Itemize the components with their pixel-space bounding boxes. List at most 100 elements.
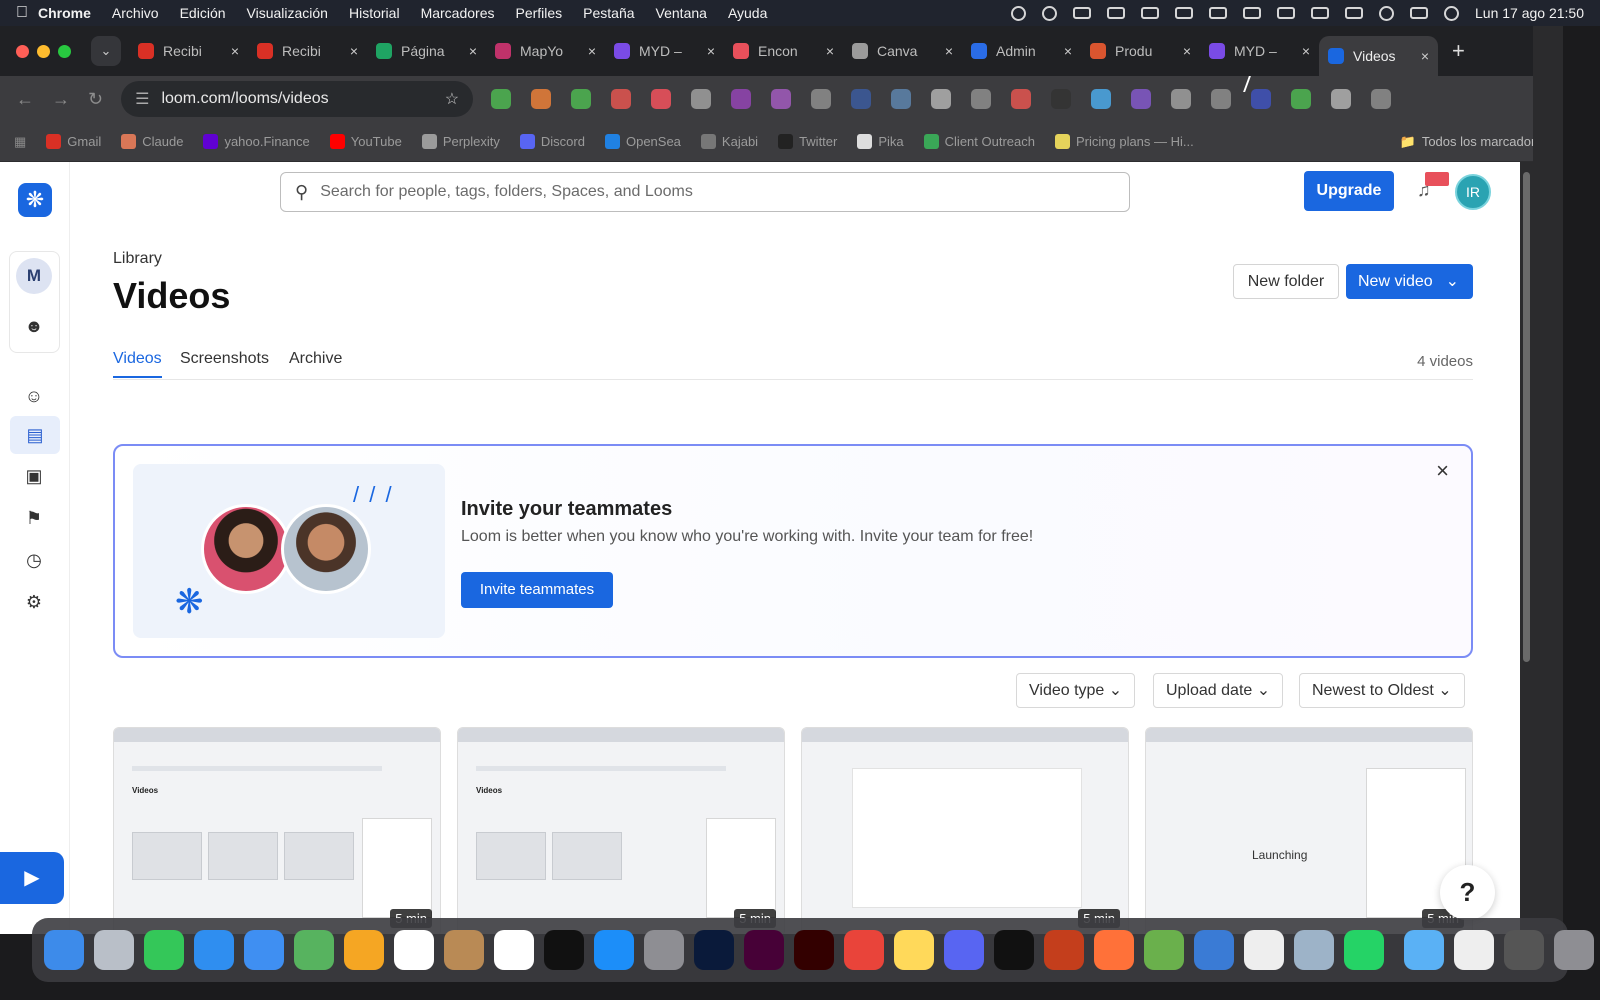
search-bar[interactable]: ⚲ Search for people, tags, folders, Spac… bbox=[280, 172, 1130, 212]
menu-edicion[interactable]: Edición bbox=[180, 5, 226, 21]
sort-filter[interactable]: Newest to Oldest ⌄ bbox=[1299, 673, 1465, 708]
extension-icon[interactable] bbox=[1131, 89, 1152, 109]
history-icon[interactable]: ◷ bbox=[22, 548, 46, 572]
menubar-clock[interactable]: Lun 17 ago 21:50 bbox=[1475, 5, 1584, 21]
quicktime-icon[interactable] bbox=[1194, 930, 1234, 970]
siri-icon[interactable] bbox=[1444, 5, 1459, 21]
launchpad-icon[interactable] bbox=[94, 930, 134, 970]
dropbox-icon[interactable] bbox=[1141, 7, 1159, 19]
video-card[interactable]: Launching 5 min bbox=[1145, 727, 1473, 934]
close-tab-icon[interactable]: × bbox=[1421, 48, 1429, 64]
workspace-avatar[interactable]: M bbox=[16, 258, 52, 294]
search-placeholder[interactable]: Search for people, tags, folders, Spaces… bbox=[320, 183, 693, 201]
video-type-filter[interactable]: Video type ⌄ bbox=[1016, 673, 1136, 708]
add-user-icon[interactable]: ☻ bbox=[22, 314, 46, 338]
new-video-button[interactable]: New video ⌄ bbox=[1346, 264, 1473, 299]
menu-archivo[interactable]: Archivo bbox=[112, 5, 159, 21]
browser-tab[interactable]: Produ × bbox=[1081, 33, 1200, 69]
bookmark-icon[interactable]: ⚑ bbox=[22, 506, 46, 530]
wifi-icon[interactable] bbox=[1345, 7, 1363, 19]
extension-icon[interactable] bbox=[931, 89, 952, 109]
minimize-window-button[interactable] bbox=[37, 44, 50, 58]
xd-icon[interactable] bbox=[744, 930, 784, 970]
extension-icon[interactable] bbox=[1011, 89, 1032, 109]
bookmark-item[interactable]: Pricing plans — Hi... bbox=[1054, 134, 1194, 149]
chrome-icon[interactable] bbox=[844, 930, 884, 970]
video-card[interactable]: Videos 5 min bbox=[457, 727, 785, 934]
menu-marcadores[interactable]: Marcadores bbox=[421, 5, 495, 21]
close-window-button[interactable] bbox=[16, 44, 29, 58]
notes-icon[interactable] bbox=[894, 930, 934, 970]
bookmark-item[interactable]: yahoo.Finance bbox=[203, 134, 310, 149]
extension-icon[interactable] bbox=[771, 89, 792, 109]
forward-icon[interactable]: → bbox=[52, 89, 70, 110]
video-card[interactable]: Videos 5 min bbox=[113, 727, 441, 934]
plane-icon[interactable] bbox=[1144, 930, 1184, 970]
tab-archive[interactable]: Archive bbox=[289, 350, 342, 368]
bookmark-star-icon[interactable]: ☆ bbox=[445, 89, 459, 109]
calendar-icon[interactable]: ▣ bbox=[22, 464, 46, 488]
photoshop-icon[interactable] bbox=[694, 930, 734, 970]
extension-icon[interactable] bbox=[1291, 89, 1312, 109]
bookmark-item[interactable]: OpenSea bbox=[604, 134, 681, 149]
bookmark-item[interactable]: Claude bbox=[121, 134, 183, 149]
powerpoint-icon[interactable] bbox=[1044, 930, 1084, 970]
appletv-icon[interactable] bbox=[544, 930, 584, 970]
profile-icon[interactable]: ☺ bbox=[22, 384, 46, 408]
close-tab-icon[interactable]: × bbox=[1064, 43, 1072, 59]
appstore-icon[interactable] bbox=[594, 930, 634, 970]
spotlight-icon[interactable] bbox=[1379, 5, 1394, 21]
status-icon[interactable] bbox=[1107, 7, 1125, 19]
status-icon[interactable] bbox=[1277, 7, 1295, 19]
firefox-icon[interactable] bbox=[1094, 930, 1134, 970]
folder-icon[interactable] bbox=[1404, 930, 1444, 970]
whatsapp-icon[interactable] bbox=[1344, 930, 1384, 970]
close-tab-icon[interactable]: × bbox=[826, 43, 834, 59]
finder-icon[interactable] bbox=[44, 930, 84, 970]
bookmark-item[interactable]: YouTube bbox=[329, 134, 402, 149]
reminders-icon[interactable] bbox=[494, 930, 534, 970]
close-tab-icon[interactable]: × bbox=[469, 43, 477, 59]
tab-search-chevron-icon[interactable]: ⌄ bbox=[91, 36, 121, 66]
control-center-icon[interactable] bbox=[1410, 7, 1428, 19]
url-text[interactable]: loom.com/looms/videos bbox=[161, 90, 328, 108]
menu-chrome[interactable]: Chrome bbox=[38, 5, 91, 21]
extension-icon[interactable] bbox=[1171, 89, 1192, 109]
settings-gear-icon[interactable]: ⚙ bbox=[22, 590, 46, 614]
tab-screenshots[interactable]: Screenshots bbox=[180, 350, 269, 368]
extension-icon[interactable] bbox=[531, 89, 552, 109]
status-icon[interactable] bbox=[1042, 5, 1057, 21]
discord-icon[interactable] bbox=[944, 930, 984, 970]
preview-icon[interactable] bbox=[1294, 930, 1334, 970]
bookmark-item[interactable]: Twitter bbox=[778, 134, 837, 149]
record-video-icon[interactable]: ▶ bbox=[0, 852, 64, 904]
close-icon[interactable]: × bbox=[1436, 458, 1449, 484]
extension-icon[interactable] bbox=[971, 89, 992, 109]
extension-icon[interactable] bbox=[611, 89, 632, 109]
extension-icon[interactable] bbox=[891, 89, 912, 109]
invite-teammates-button[interactable]: Invite teammates bbox=[461, 572, 613, 608]
settings-icon[interactable] bbox=[644, 930, 684, 970]
extension-icon[interactable] bbox=[571, 89, 592, 109]
status-icon[interactable] bbox=[1209, 7, 1227, 19]
back-icon[interactable]: ← bbox=[16, 89, 34, 110]
apple-icon[interactable]:  bbox=[16, 4, 38, 22]
bluetooth-icon[interactable] bbox=[1243, 7, 1261, 19]
mail-stack-icon[interactable] bbox=[1454, 930, 1494, 970]
capcut-icon[interactable] bbox=[994, 930, 1034, 970]
extension-icon[interactable] bbox=[1371, 89, 1392, 109]
bookmark-item[interactable]: Perplexity bbox=[421, 134, 500, 149]
messages-icon[interactable] bbox=[144, 930, 184, 970]
tab-videos[interactable]: Videos bbox=[113, 350, 162, 378]
extension-icon[interactable] bbox=[1091, 89, 1112, 109]
extension-icon[interactable] bbox=[811, 89, 832, 109]
zoom-window-button[interactable] bbox=[58, 44, 71, 58]
safari-icon[interactable] bbox=[194, 930, 234, 970]
loom-logo-icon[interactable]: ❋ bbox=[18, 183, 52, 217]
address-bar[interactable]: ☰ loom.com/looms/videos ☆ bbox=[121, 81, 474, 117]
extension-icon[interactable] bbox=[851, 89, 872, 109]
close-tab-icon[interactable]: × bbox=[231, 43, 239, 59]
bookmark-item[interactable]: Client Outreach bbox=[923, 134, 1035, 149]
browser-tab[interactable]: MYD – × bbox=[1200, 33, 1319, 69]
upgrade-button[interactable]: Upgrade bbox=[1304, 171, 1394, 211]
